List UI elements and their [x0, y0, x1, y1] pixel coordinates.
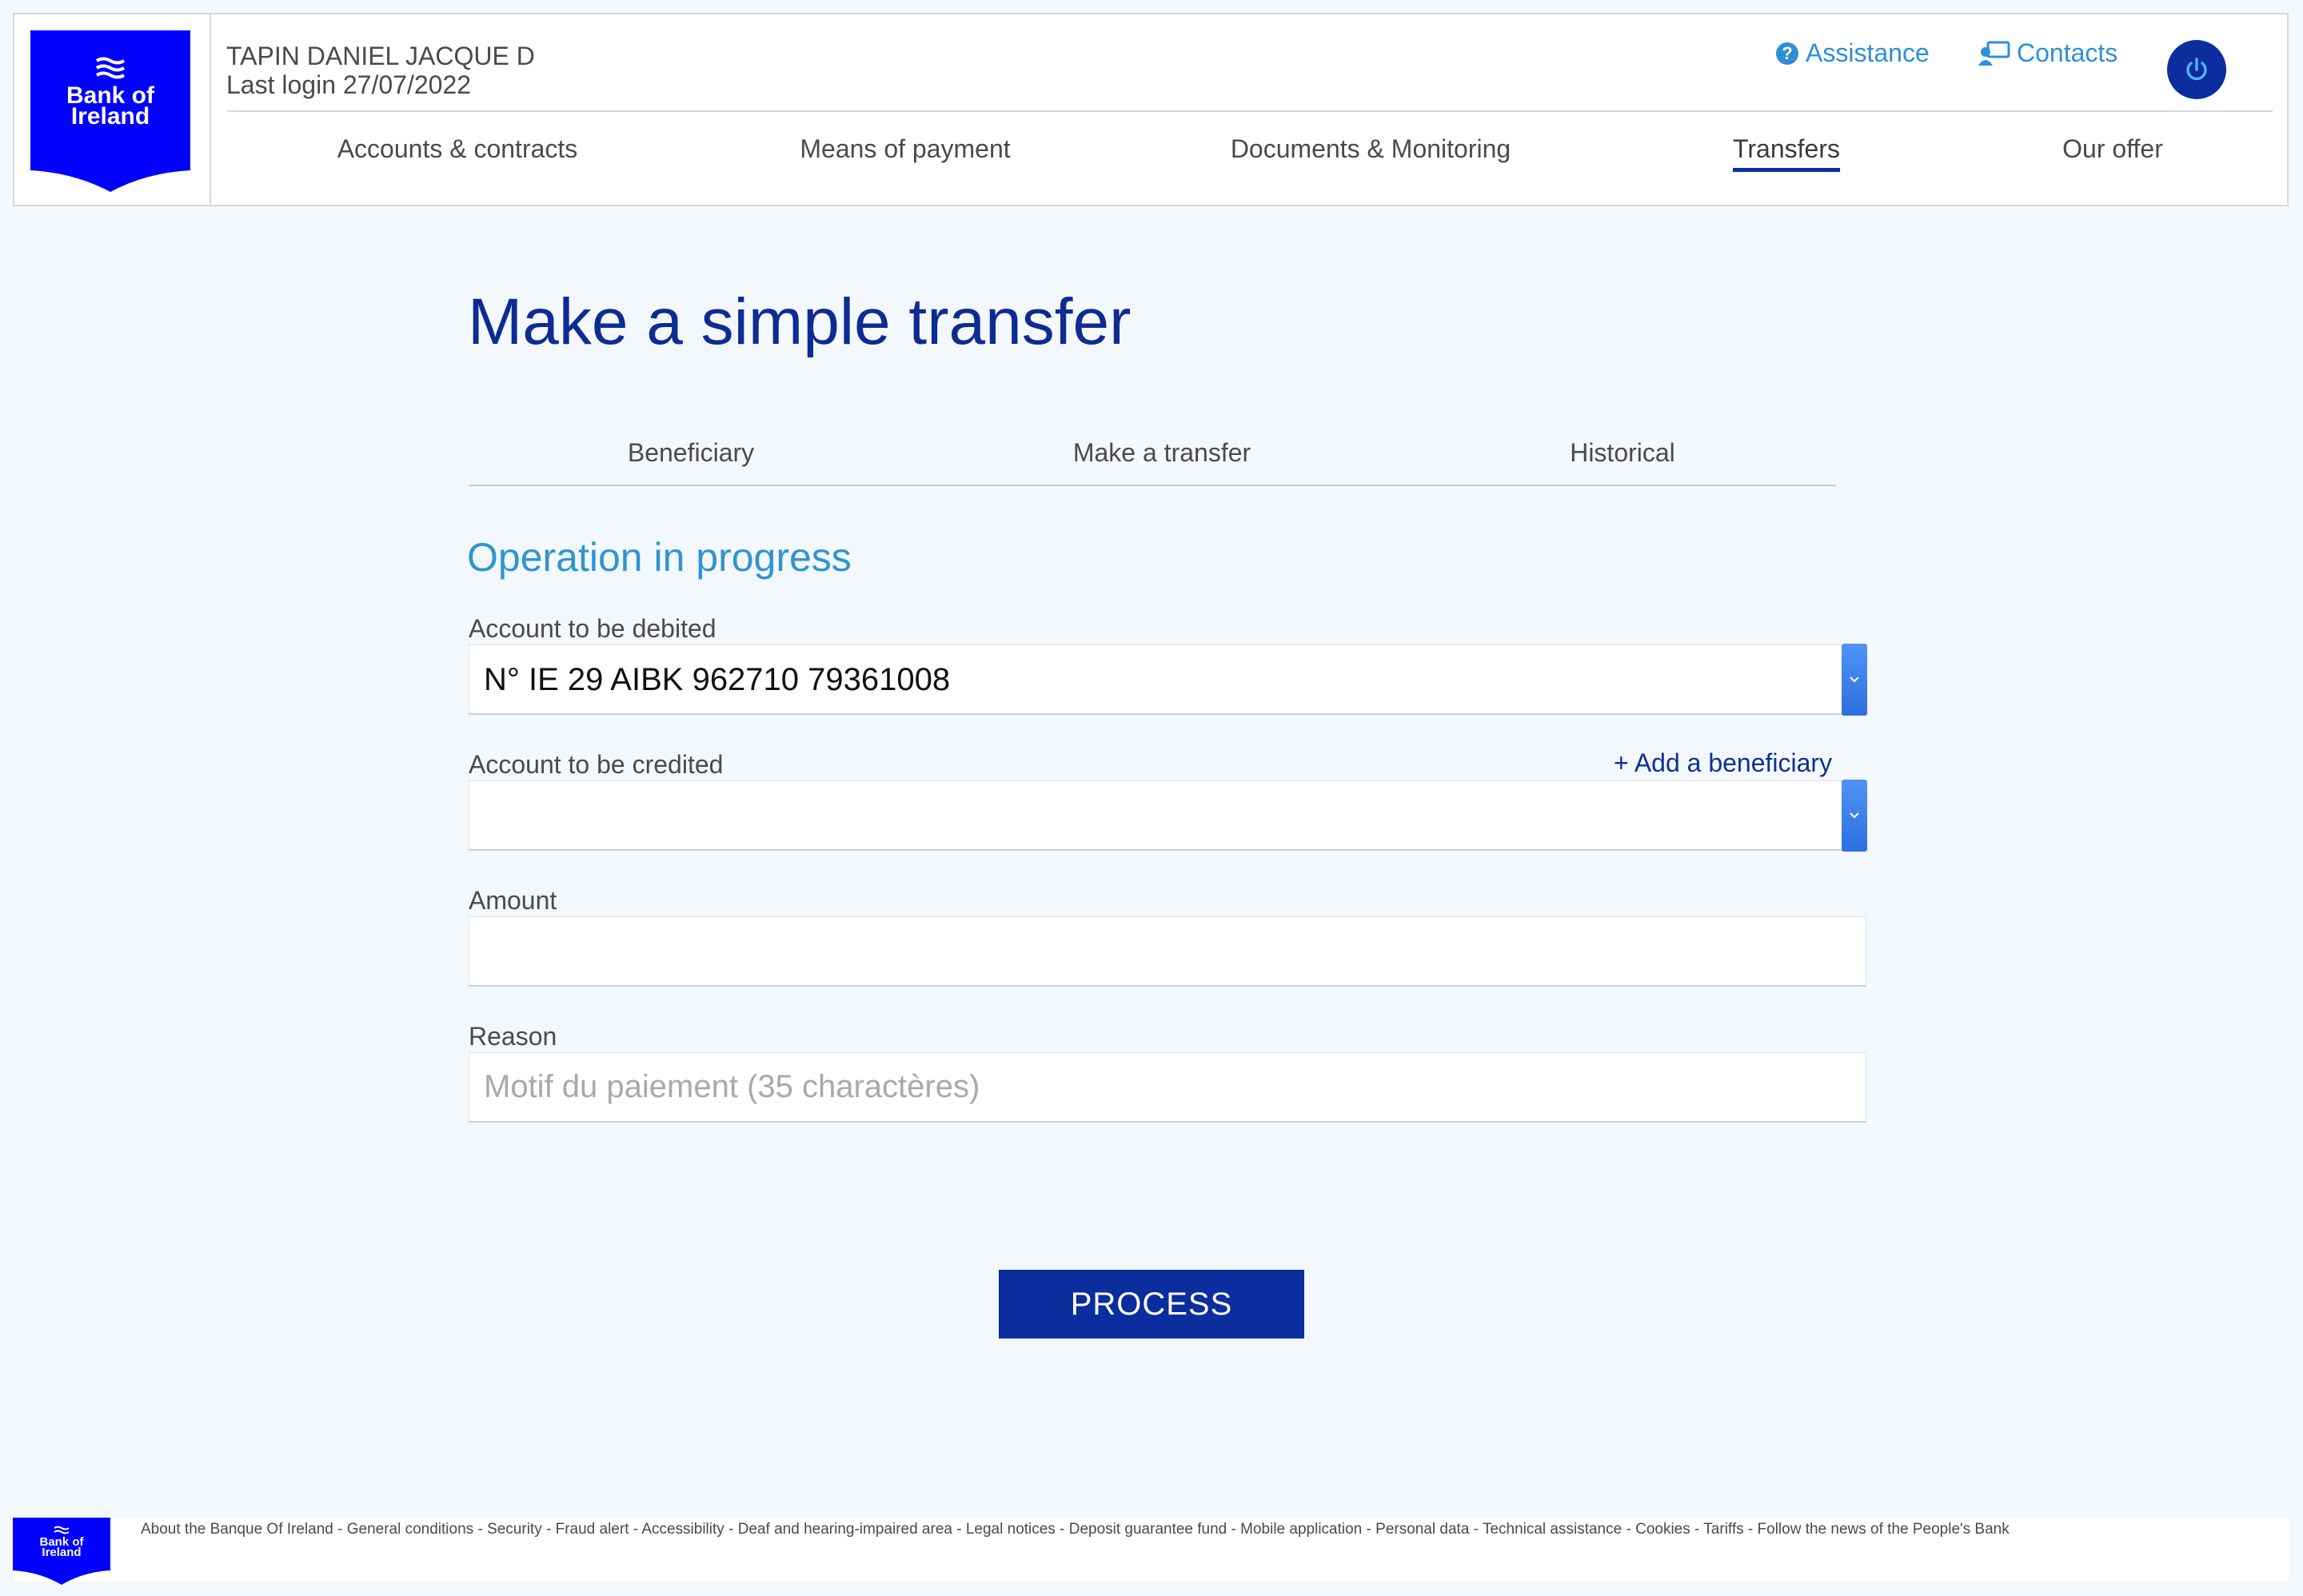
svg-text:?: ? — [1782, 43, 1792, 63]
footer-brand-line-2: Ireland — [42, 1546, 81, 1559]
nav-documents-monitoring[interactable]: Documents & Monitoring — [1231, 134, 1511, 164]
debit-account-value: N° IE 29 AIBK 962710 79361008 — [484, 662, 951, 697]
footer-link[interactable]: Follow the news of the People's Bank — [1758, 1521, 2010, 1538]
tabs-divider — [469, 485, 1836, 486]
footer-link[interactable]: Legal notices — [966, 1521, 1056, 1538]
footer-links: About the Banque Of Ireland - General co… — [141, 1521, 2010, 1538]
reason-input[interactable] — [469, 1053, 1866, 1121]
assistance-label: Assistance — [1806, 38, 1930, 67]
amount-label: Amount — [469, 886, 557, 915]
process-button[interactable]: PROCESS — [999, 1270, 1304, 1339]
nav-active-underline — [1733, 168, 1840, 172]
assistance-link[interactable]: ? Assistance — [1775, 38, 1930, 68]
footer-link[interactable]: General conditions — [347, 1521, 473, 1538]
footer: Bank of Ireland About the Banque Of Irel… — [13, 1518, 2289, 1585]
logout-button[interactable] — [2167, 40, 2226, 99]
footer-bank-logo[interactable]: Bank of Ireland — [13, 1518, 110, 1585]
tab-beneficiary[interactable]: Beneficiary — [628, 438, 754, 468]
logo-cell: Bank of Ireland — [14, 14, 211, 205]
tab-make-a-transfer[interactable]: Make a transfer — [1073, 438, 1251, 468]
debit-account-label: Account to be debited — [469, 614, 716, 643]
last-login: Last login 27/07/2022 — [226, 70, 472, 99]
footer-link[interactable]: Mobile application — [1240, 1521, 1362, 1538]
header: Bank of Ireland TAPIN DANIEL JACQUE D La… — [13, 13, 2289, 206]
nav-accounts-contracts[interactable]: Accounts & contracts — [337, 134, 578, 164]
amount-field-wrapper — [469, 916, 1866, 987]
footer-link[interactable]: About the Banque Of Ireland — [141, 1521, 333, 1538]
nav-means-of-payment[interactable]: Means of payment — [800, 134, 1010, 164]
reason-field-wrapper — [469, 1052, 1866, 1123]
nav-our-offer[interactable]: Our offer — [2062, 134, 2163, 164]
add-beneficiary-link[interactable]: + Add a beneficiary — [1614, 748, 1832, 778]
footer-link[interactable]: Tariffs — [1703, 1521, 1743, 1538]
footer-link[interactable]: Deaf and hearing-impaired area — [738, 1521, 952, 1538]
footer-link[interactable]: Personal data — [1375, 1521, 1469, 1538]
chevron-down-icon — [1850, 676, 1859, 683]
tab-historical[interactable]: Historical — [1570, 438, 1675, 468]
contacts-icon — [1978, 41, 2010, 66]
footer-link[interactable]: Accessibility — [641, 1521, 724, 1538]
contacts-label: Contacts — [2017, 38, 2118, 67]
footer-link[interactable]: Technical assistance — [1483, 1521, 1622, 1538]
help-circle-icon: ? — [1776, 42, 1798, 65]
footer-link[interactable]: Cookies — [1635, 1521, 1690, 1538]
section-title: Operation in progress — [467, 535, 852, 580]
reason-label: Reason — [469, 1022, 557, 1051]
bank-logo[interactable]: Bank of Ireland — [30, 30, 190, 192]
power-icon — [2186, 58, 2207, 81]
debit-account-dropdown-button[interactable] — [1842, 644, 1867, 716]
amount-input[interactable] — [469, 917, 1866, 985]
footer-link[interactable]: Fraud alert — [556, 1521, 629, 1538]
header-divider — [227, 110, 2273, 112]
chevron-down-icon — [1850, 812, 1859, 819]
credit-account-dropdown-button[interactable] — [1842, 780, 1867, 852]
page-title: Make a simple transfer — [468, 285, 1132, 358]
nav-transfers[interactable]: Transfers — [1733, 134, 1840, 172]
contacts-link[interactable]: Contacts — [1978, 38, 2117, 68]
user-name: TAPIN DANIEL JACQUE D — [226, 42, 535, 70]
footer-link[interactable]: Deposit guarantee fund — [1069, 1521, 1227, 1538]
credit-account-select[interactable] — [469, 780, 1867, 852]
debit-account-select[interactable]: N° IE 29 AIBK 962710 79361008 — [469, 644, 1867, 716]
credit-account-label: Account to be credited — [469, 750, 724, 779]
footer-link[interactable]: Security — [487, 1521, 542, 1538]
brand-line-2: Ireland — [71, 103, 150, 130]
